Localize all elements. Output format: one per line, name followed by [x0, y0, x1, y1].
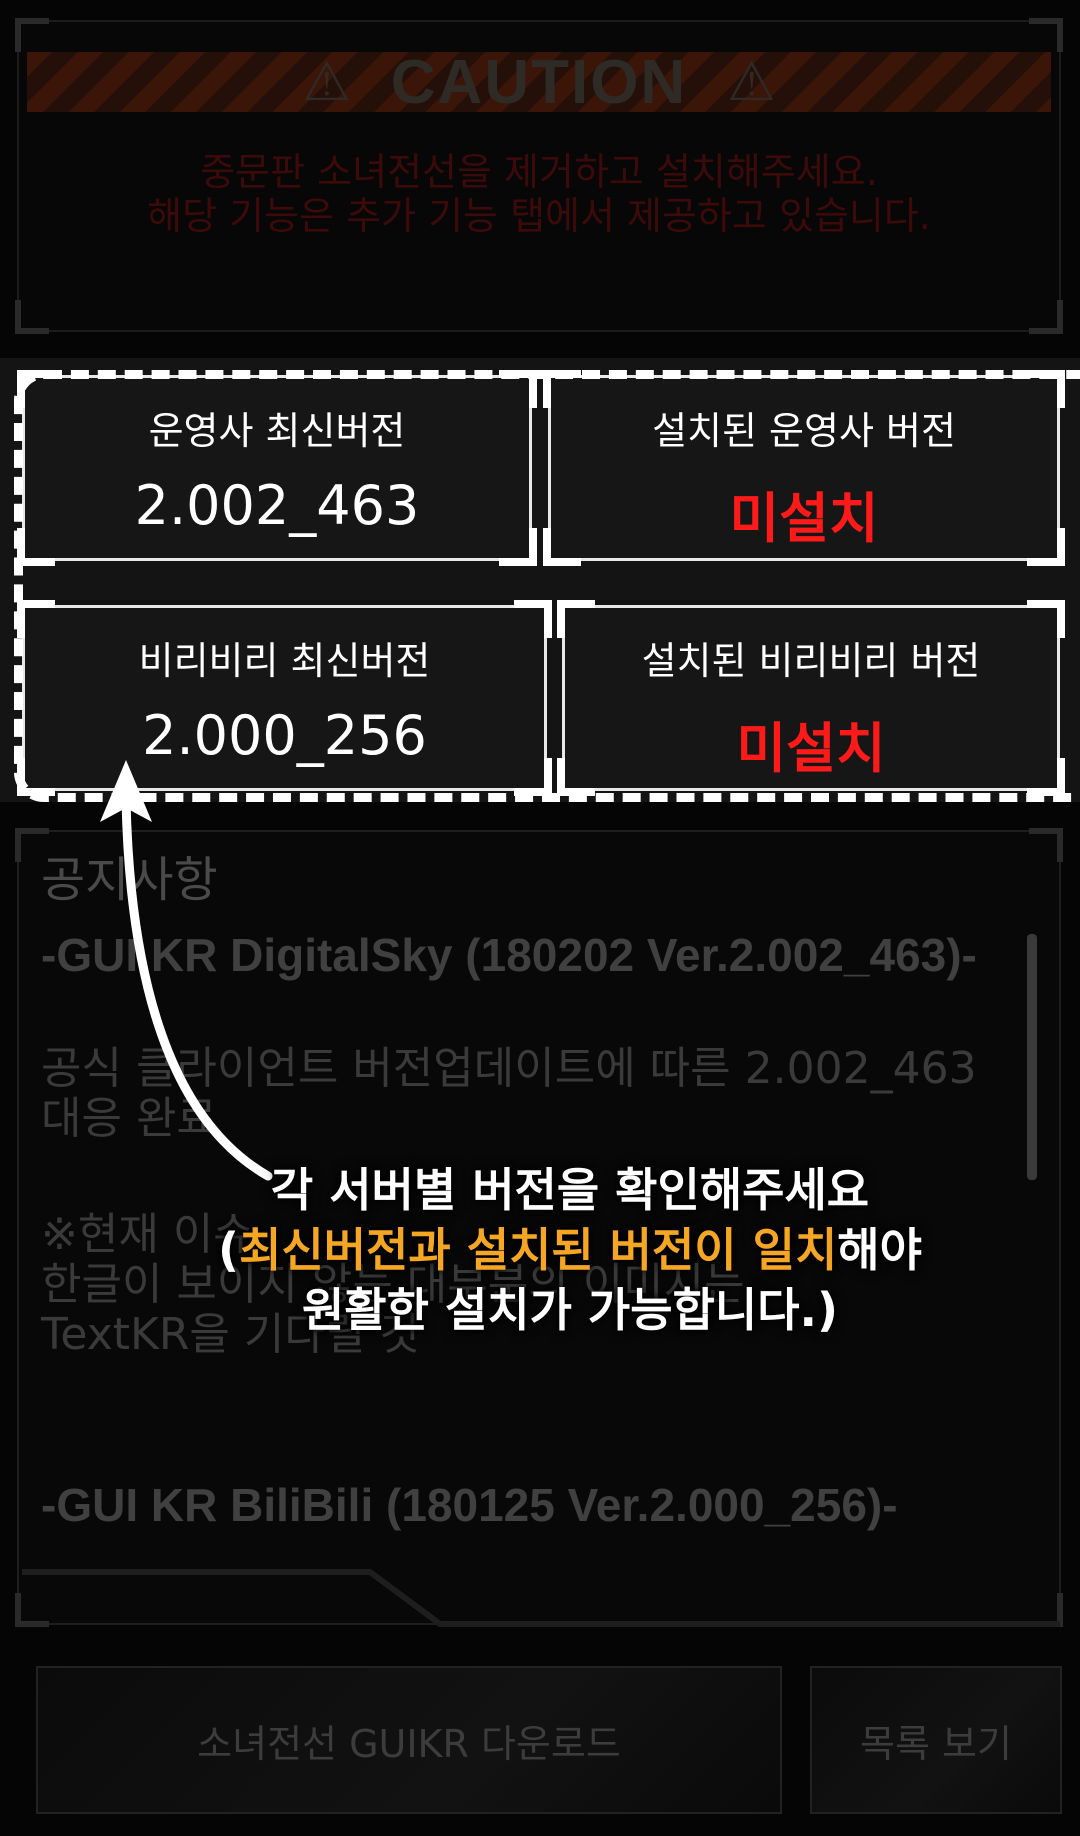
annotation-line: 각 서버별 버전을 확인해주세요	[270, 1163, 870, 1217]
annotation-line: (최신버전과 설치된 버전이 일치해야	[170, 1220, 970, 1280]
annotation-highlight: 최신버전과 설치된 버전이 일치	[239, 1223, 838, 1277]
annotation-paren: (	[218, 1223, 240, 1277]
annotation-arrow	[100, 760, 273, 1181]
annotation-suffix: 해야	[837, 1223, 922, 1277]
annotation-line: 원활한 설치가 가능합니다.)	[301, 1283, 839, 1337]
annotation-text: 각 서버별 버전을 확인해주세요 (최신버전과 설치된 버전이 일치해야 원활한…	[170, 1160, 970, 1340]
